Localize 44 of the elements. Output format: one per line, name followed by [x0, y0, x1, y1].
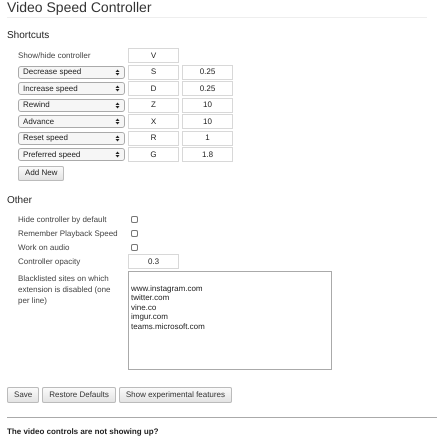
key-input[interactable]: V — [128, 48, 179, 63]
select-arrows-icon — [115, 151, 120, 158]
value-input[interactable]: 0.25 — [182, 64, 233, 80]
section-heading: Shortcuts — [7, 29, 50, 43]
option-label: Work on audio — [18, 242, 70, 254]
opacity-input[interactable]: 0.3 — [128, 254, 179, 269]
shortcut-label: Show/hide controller — [18, 50, 92, 62]
option-label: Controller opacity — [18, 256, 82, 268]
key-input[interactable]: X — [128, 114, 179, 129]
value-input[interactable]: 10 — [182, 98, 233, 112]
action-select[interactable]: Rewind — [18, 98, 125, 112]
key-input[interactable]: Z — [128, 98, 179, 112]
page-title: Video Speed Controller — [7, 0, 153, 14]
key-input[interactable]: R — [128, 130, 179, 146]
checkbox[interactable] — [131, 216, 138, 223]
action-select[interactable]: Preferred speed — [18, 148, 125, 161]
action-button[interactable]: Save — [7, 386, 40, 402]
select-arrows-icon — [115, 85, 120, 92]
add-new-button[interactable]: Add New — [18, 166, 64, 180]
key-input[interactable]: D — [128, 81, 179, 96]
value-input[interactable]: 1.8 — [182, 147, 233, 162]
value-input[interactable]: 1 — [182, 130, 233, 146]
action-select[interactable]: Decrease speed — [18, 66, 125, 78]
key-input[interactable]: G — [128, 147, 179, 162]
action-select[interactable]: Advance — [18, 115, 125, 128]
option-label: Blacklisted sites on which extension is disabled (one per line) — [18, 272, 112, 306]
action-button[interactable]: Restore Defaults — [42, 386, 116, 402]
select-arrows-icon — [115, 102, 120, 108]
help-heading: The video controls are not showing up? — [7, 426, 160, 437]
option-label: Remember Playback Speed — [18, 228, 119, 240]
key-input[interactable]: S — [128, 64, 179, 80]
value-input[interactable]: 10 — [182, 114, 233, 129]
option-label: Hide controller by default — [18, 214, 108, 226]
select-arrows-icon — [115, 118, 120, 125]
action-select[interactable]: Increase speed — [18, 82, 125, 95]
value-input[interactable]: 0.25 — [182, 81, 233, 96]
select-arrows-icon — [115, 134, 120, 142]
action-select[interactable]: Reset speed — [18, 132, 125, 144]
action-button[interactable]: Show experimental features — [118, 386, 232, 402]
checkbox[interactable] — [131, 244, 138, 251]
checkbox[interactable] — [131, 230, 138, 237]
select-arrows-icon — [115, 68, 120, 76]
section-heading: Other — [7, 194, 34, 208]
blacklist-textarea[interactable]: www.instagram.com twitter.com vine.co imgur.com teams.microsoft.com — [128, 270, 332, 370]
